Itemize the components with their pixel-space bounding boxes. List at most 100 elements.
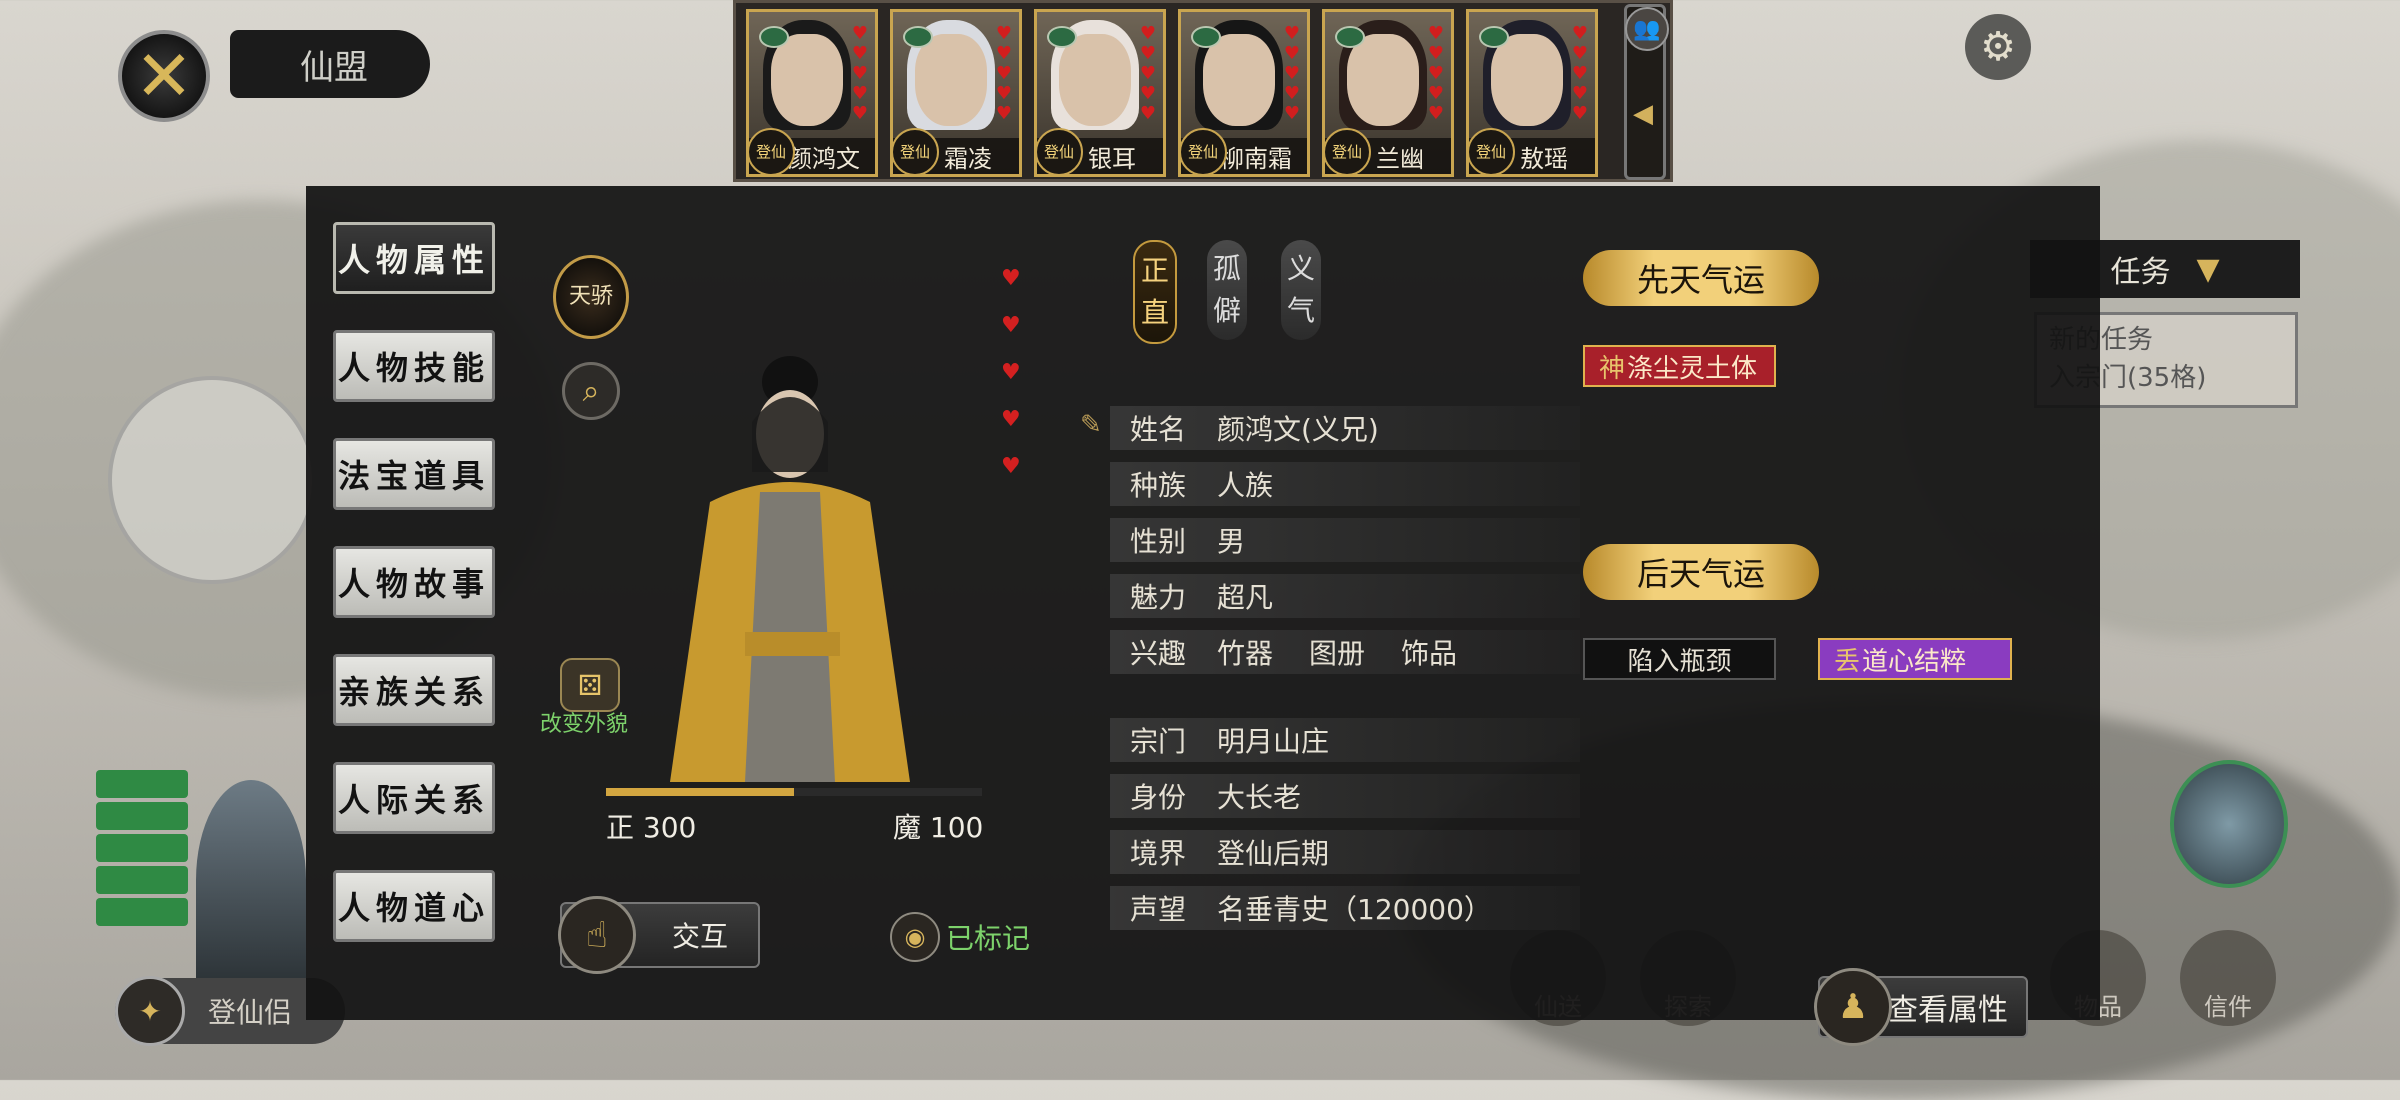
eye-icon [903,26,933,48]
search-icon: ⌕ [582,373,600,409]
heart-icon: ♥ [851,63,869,84]
heart-icon: ♥ [995,103,1013,124]
party-member[interactable]: ♥ ♥ ♥ ♥ ♥ 银耳 登仙 [1034,9,1166,177]
info-row: 姓名 颜鸿文(义兄) [1110,406,1580,450]
heart-icon: ♥ [851,83,869,104]
member-hearts: ♥ ♥ ♥ ♥ ♥ [849,24,871,123]
heart-icon: ♥ [1427,63,1445,84]
party-member[interactable]: ♥ ♥ ♥ ♥ ♥ 兰幽 登仙 [1322,9,1454,177]
info-row: 境界 登仙后期 [1110,830,1580,874]
innate-fortune-tag[interactable]: 神 涤尘灵土体 [1583,345,1776,387]
menu-item[interactable]: 人际关系 [333,762,495,834]
dock-item[interactable]: 信件 [2180,930,2276,1026]
eye-icon [759,26,789,48]
view-attributes-button[interactable]: ♟ 查看属性 [1814,968,2028,1046]
innate-fortune-title: 先天气运 [1583,250,1819,306]
character-portrait [670,356,910,782]
alignment-fill [606,788,794,796]
hobby-row: 兴趣 竹器 图册 饰品 [1110,630,1580,674]
heart-icon: ♥ [1283,83,1301,104]
world-npc-avatar[interactable] [2170,760,2288,888]
alignment-bar [606,788,982,796]
member-hearts: ♥ ♥ ♥ ♥ ♥ [993,24,1015,123]
heart-icon: ♥ [1571,43,1589,64]
party-toggle[interactable]: 👥 ◀ [1624,4,1669,180]
hand-icon: ☝ [558,896,636,974]
party-member[interactable]: ♥ ♥ ♥ ♥ ♥ 柳南霜 登仙 [1178,9,1310,177]
member-hearts: ♥ ♥ ♥ ♥ ♥ [1425,24,1447,123]
realm-badge: 登仙 [1469,128,1515,174]
party-member[interactable]: ♥ ♥ ♥ ♥ ♥ 霜凌 登仙 [890,9,1022,177]
heart-icon: ♥ [1427,103,1445,124]
menu-item[interactable]: 人物属性 [333,222,495,294]
heart-icon: ♥ [1427,43,1445,64]
demonic-value: 魔 100 [893,811,984,844]
info-row: 种族 人族 [1110,462,1580,506]
affection-hearts: ♥ ♥ ♥ ♥ ♥ [1001,266,1021,479]
realm-badge: 登仙 [893,128,939,174]
heart-icon: ♥ [1001,407,1021,432]
close-icon: ✕ [134,35,194,117]
heart-icon: ♥ [1283,43,1301,64]
party-member[interactable]: ♥ ♥ ♥ ♥ ♥ 敖瑶 登仙 [1466,9,1598,177]
heart-icon: ♥ [851,23,869,44]
dropdown-icon: ▼ [2196,251,2220,287]
title-badge[interactable]: 天骄 [553,255,629,339]
heart-icon: ♥ [995,83,1013,104]
menu-item[interactable]: 亲族关系 [333,654,495,726]
world-left-character [196,780,306,980]
heart-icon: ♥ [995,43,1013,64]
meditating-figure-icon: ♟ [1814,968,1892,1046]
inspect-button[interactable]: ⌕ [562,362,620,420]
eye-icon [1191,26,1221,48]
page-title: 仙盟 [230,30,430,98]
acquired-fortune-tag[interactable]: 陷入瓶颈 [1583,638,1776,680]
gear-icon: ⚙ [1980,24,2016,70]
menu-item[interactable]: 人物故事 [333,546,495,618]
menu-item[interactable]: 人物道心 [333,870,495,942]
change-look-button[interactable]: ⚄ [560,658,620,712]
member-face [1059,34,1131,126]
heart-icon: ♥ [1139,83,1157,104]
acquired-fortune-title: 后天气运 [1583,544,1819,600]
info-row: 魅力 超凡 [1110,574,1580,618]
eye-icon: ◉ [890,912,940,962]
world-compass[interactable] [108,376,316,584]
heart-icon: ♥ [1001,266,1021,291]
realm-badge: 登仙 [1037,128,1083,174]
realm-badge: 登仙 [1325,128,1371,174]
change-look-label: 改变外貌 [540,712,629,737]
member-face [915,34,987,126]
partner-icon: ✦ [115,976,185,1046]
edit-name-icon[interactable]: ✎ [1080,410,1114,444]
dice-icon: ⚄ [577,668,603,702]
close-button[interactable]: ✕ [118,30,210,122]
member-face [1491,34,1563,126]
eye-icon [1479,26,1509,48]
righteous-value: 正 300 [606,811,697,844]
eye-icon [1047,26,1077,48]
heart-icon: ♥ [851,103,869,124]
member-hearts: ♥ ♥ ♥ ♥ ♥ [1137,24,1159,123]
personality-trait[interactable]: 义气 [1281,240,1321,340]
personality-trait[interactable]: 孤僻 [1207,240,1247,340]
settings-button[interactable]: ⚙ [1965,14,2031,80]
fortune-tag-icon: 丢 [1834,646,1861,677]
menu-item[interactable]: 人物技能 [333,330,495,402]
heart-icon: ♥ [1139,63,1157,84]
heart-icon: ♥ [995,63,1013,84]
member-face [1347,34,1419,126]
heart-icon: ♥ [1571,63,1589,84]
heart-icon: ♥ [1001,454,1021,479]
world-status-tabs [96,770,188,926]
chevron-left-icon: ◀ [1633,99,1653,129]
party-member[interactable]: ♥ ♥ ♥ ♥ ♥ 颜鸿文 登仙 [746,9,878,177]
personality-trait[interactable]: 正直 [1133,240,1177,344]
heart-icon: ♥ [995,23,1013,44]
acquired-fortune-tag[interactable]: 丢 道心结粹 [1818,638,2012,680]
realm-badge: 登仙 [749,128,795,174]
marked-toggle[interactable]: ◉ 已标记 [890,912,1030,962]
interact-button[interactable]: ☝ 交互 [558,896,760,974]
menu-item[interactable]: 法宝道具 [333,438,495,510]
heart-icon: ♥ [1427,23,1445,44]
